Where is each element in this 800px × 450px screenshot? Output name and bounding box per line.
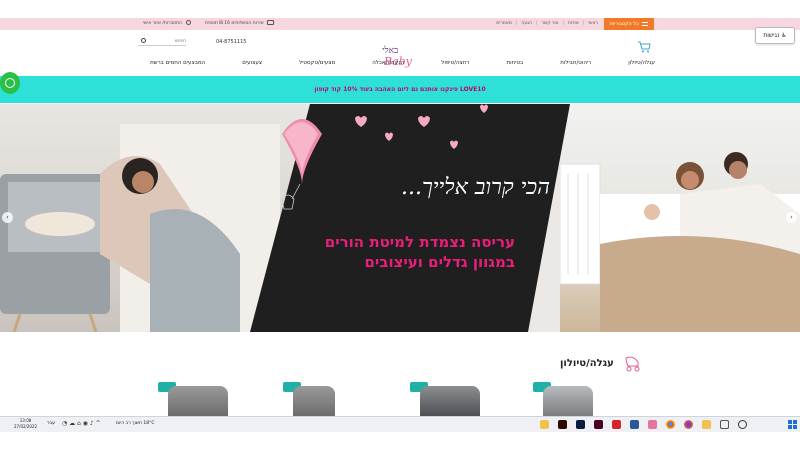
weather-widget[interactable]: 18°C חשוך רב היום [116, 421, 155, 426]
files-app-icon[interactable] [540, 420, 549, 429]
firefox-icon[interactable] [684, 420, 693, 429]
promo-banner: פינקנו אותכם גם ליום האהבה בעוד 10% קוד … [0, 76, 800, 103]
search-input[interactable] [148, 36, 186, 46]
hero-title: הכי קרוב אלייך... [400, 175, 550, 200]
nav-item-furniture[interactable]: ריהוט/חבילות [560, 60, 591, 66]
product-image [168, 386, 228, 416]
search-box [138, 36, 186, 46]
illustrator-icon[interactable] [558, 420, 567, 429]
chevron-right-icon[interactable]: › [786, 212, 797, 223]
categories-label: כל הקטגוריות [609, 21, 639, 27]
os-taskbar: 13:08 27/02/2022 עבר ◔ ☁ ⌂ ◉ ♪ ^ 18°C חש… [0, 416, 800, 432]
top-links: ראשי | אודות | צור קשר | הגעה | מאמרים [496, 18, 598, 30]
chevron-left-icon[interactable]: ‹ [2, 212, 13, 223]
top-link-about[interactable]: אודות [568, 18, 579, 30]
product-card[interactable] [158, 380, 258, 416]
cart-icon[interactable] [637, 38, 651, 53]
main-nav: עגלה/טיולון ריהוט/חבילות בטיחות רחצה/טיפ… [150, 56, 655, 70]
whatsapp-icon[interactable] [0, 72, 20, 94]
nav-item-toys[interactable]: צעצועים [242, 60, 262, 66]
top-bar: כל הקטגוריות ראשי | אודות | צור קשר | הג… [0, 18, 800, 30]
nav-item-strollers[interactable]: עגלה/טיולון [628, 60, 655, 66]
nav-item-deals[interactable]: המבצעים החמים ברשת [150, 60, 205, 66]
shipping-text: שירות המשלוחים 16 ₪ תוספת [205, 21, 264, 26]
language-indicator[interactable]: עבר [47, 421, 55, 426]
product-image [293, 386, 335, 416]
shipping-info: שירות המשלוחים 16 ₪ תוספת [205, 18, 275, 30]
promo-text: פינקנו אותכם גם ליום האהבה בעוד 10% קוד … [314, 86, 486, 93]
hero-dark-panel [250, 104, 570, 332]
chrome-icon[interactable] [666, 420, 675, 429]
hamburger-icon [642, 21, 649, 26]
login-label: התחברות/ אזור אישי [143, 21, 183, 26]
search-icon[interactable] [738, 420, 747, 429]
page-bottom [0, 432, 800, 450]
tray-icons[interactable]: ◔ ☁ ⌂ ◉ ♪ ^ [62, 420, 101, 427]
user-icon [185, 20, 191, 25]
top-link-home[interactable]: ראשי [588, 18, 598, 30]
nav-item-textile[interactable]: מצעים/טקסטיל [299, 60, 335, 66]
phone-number[interactable]: 04-8751115 [216, 39, 246, 45]
photos-icon[interactable] [648, 420, 657, 429]
weather-text: 18°C חשוך רב היום [116, 421, 155, 426]
task-view-icon[interactable] [720, 420, 729, 429]
nav-item-safety[interactable]: בטיחות [507, 60, 524, 66]
hero-subtitle-line2: במגוון גדלים ועיצובים [364, 253, 515, 271]
photoshop-icon[interactable] [576, 420, 585, 429]
product-card[interactable] [283, 380, 343, 416]
product-card[interactable] [410, 380, 490, 416]
hero-subtitle: עריסה נצמדת למיטת הורים במגוון גדלים ועי… [270, 232, 515, 272]
nav-item-feeding[interactable]: הנקה/האכלה [372, 60, 404, 66]
top-link-contact[interactable]: צור קשר [542, 18, 559, 30]
accessibility-button[interactable]: נגישות ♿ [755, 27, 795, 44]
truck-icon [267, 20, 275, 25]
word-icon[interactable] [630, 420, 639, 429]
categories-button[interactable]: כל הקטגוריות [604, 18, 654, 30]
start-icon[interactable] [788, 420, 798, 430]
acrobat-icon[interactable] [612, 420, 621, 429]
top-link-arrival[interactable]: הגעה [521, 18, 532, 30]
accessibility-label: נגישות [763, 32, 780, 39]
indesign-icon[interactable] [594, 420, 603, 429]
accessibility-icon: ♿ [781, 32, 787, 39]
top-link-articles[interactable]: מאמרים [496, 18, 512, 30]
clock-date: 27/02/2022 [14, 424, 38, 429]
stroller-icon [625, 356, 640, 372]
product-card[interactable] [533, 380, 593, 416]
taskbar-apps [540, 420, 747, 429]
taskbar-clock[interactable]: 13:08 27/02/2022 [14, 418, 37, 430]
nav-item-bathing[interactable]: רחצה/טיפול [441, 60, 469, 66]
login-link[interactable]: התחברות/ אזור אישי [143, 18, 191, 30]
hero-slider[interactable]: הכי קרוב אלייך... עריסה נצמדת למיטת הורי… [0, 104, 800, 332]
search-icon[interactable] [141, 38, 146, 43]
explorer-icon[interactable] [702, 420, 711, 429]
product-image [420, 386, 480, 416]
section-title: עגלה/טיולון [560, 358, 614, 369]
product-image [543, 386, 593, 416]
hero-subtitle-line1: עריסה נצמדת למיטת הורים [324, 233, 515, 251]
